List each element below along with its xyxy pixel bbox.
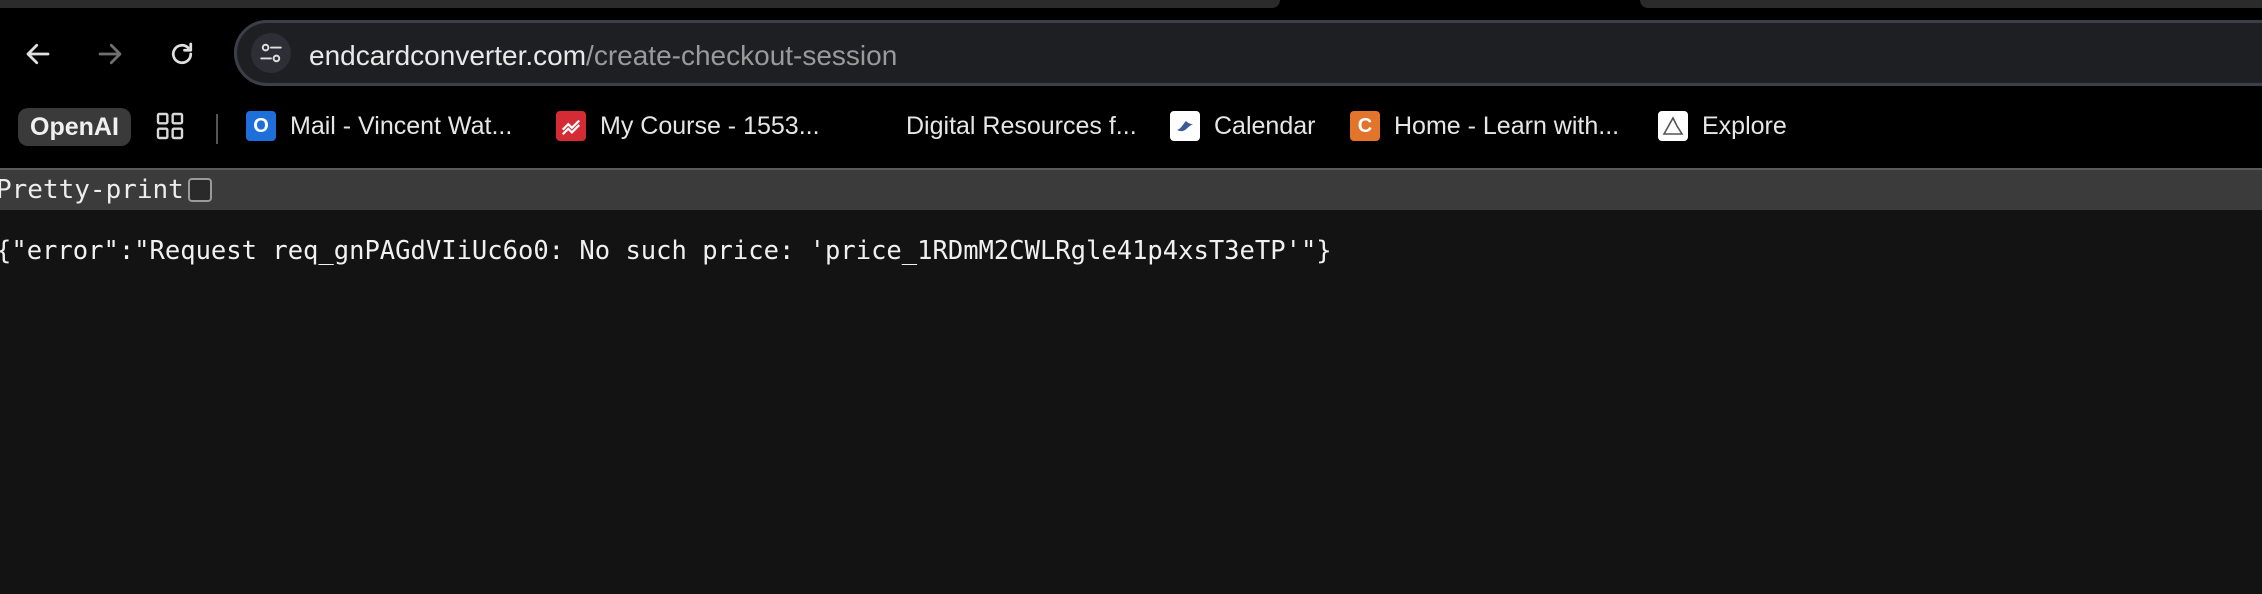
- bookmark-digital-label: Digital Resources f...: [906, 111, 1137, 140]
- bookmarks-bar: OpenAI O Mail - Vincent Wat... My Course…: [0, 102, 2262, 152]
- bookmark-calendar[interactable]: Calendar: [1170, 106, 1315, 146]
- bookmark-course[interactable]: My Course - 1553...: [556, 106, 820, 146]
- bookmark-calendar-label: Calendar: [1214, 111, 1316, 140]
- back-button[interactable]: [16, 32, 60, 76]
- bookmark-course-label: My Course - 1553...: [600, 111, 820, 140]
- apps-button[interactable]: [154, 106, 186, 146]
- bookmark-mail-label: Mail - Vincent Wat...: [290, 111, 513, 140]
- forward-button[interactable]: [88, 32, 132, 76]
- reload-icon: [171, 42, 193, 65]
- explore-icon: [1658, 111, 1688, 141]
- calendar-bird-icon: [1170, 111, 1200, 141]
- pretty-print-label: Pretty-print: [0, 175, 184, 205]
- address-bar[interactable]: endcardconverter.com/create-checkout-ses…: [234, 20, 2262, 86]
- bookmark-home-learn[interactable]: C Home - Learn with...: [1350, 106, 1619, 146]
- arrow-left-icon: [26, 43, 50, 65]
- bookmark-explore[interactable]: Explore: [1658, 106, 1787, 146]
- arrow-right-icon: [98, 43, 122, 65]
- outlook-icon: O: [246, 111, 276, 141]
- bookmarks-separator: [216, 114, 218, 144]
- apps-grid-icon: [156, 112, 184, 140]
- browser-chrome: endcardconverter.com/create-checkout-ses…: [0, 0, 2262, 168]
- site-settings-button[interactable]: [251, 33, 291, 73]
- url-domain: endcardconverter.com: [309, 40, 587, 71]
- course-icon: [556, 111, 586, 141]
- tab-strip-left[interactable]: [0, 0, 1280, 8]
- url-text[interactable]: endcardconverter.com/create-checkout-ses…: [309, 40, 897, 72]
- url-path: /create-checkout-session: [586, 40, 898, 71]
- reload-button[interactable]: [160, 32, 204, 76]
- learn-c-icon: C: [1350, 111, 1380, 141]
- bookmark-home-label: Home - Learn with...: [1394, 111, 1620, 140]
- bookmark-digital-resources[interactable]: Digital Resources f...: [906, 106, 1137, 146]
- tab-strip-right[interactable]: [1640, 0, 2262, 8]
- pretty-print-checkbox[interactable]: [188, 178, 212, 202]
- bookmark-openai[interactable]: OpenAI: [18, 108, 131, 146]
- json-response-text: {"error":"Request req_gnPAGdVIiUc6o0: No…: [0, 236, 1332, 266]
- bookmark-explore-label: Explore: [1702, 111, 1787, 140]
- bookmark-mail[interactable]: O Mail - Vincent Wat...: [246, 106, 512, 146]
- tune-icon: [260, 43, 282, 63]
- pretty-print-bar: Pretty-print: [0, 168, 2262, 210]
- browser-toolbar: endcardconverter.com/create-checkout-ses…: [0, 18, 2262, 90]
